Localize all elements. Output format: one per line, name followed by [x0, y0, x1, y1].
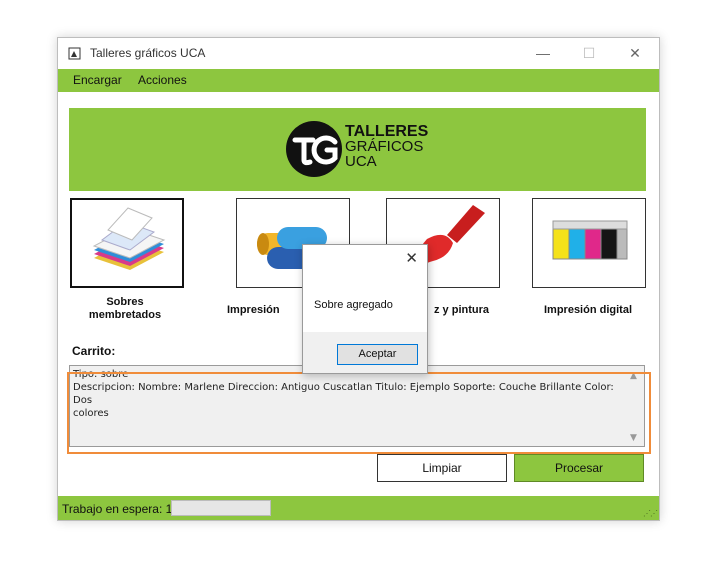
menu-acciones[interactable]: Acciones — [138, 73, 187, 87]
dialog-footer: Aceptar — [303, 332, 427, 373]
cart-line: Descripcion: Nombre: Marlene Direccion: … — [73, 382, 614, 406]
company-logo: TALLERES GRÁFICOS UCA — [285, 120, 435, 185]
dialog-close-button[interactable]: ✕ — [405, 249, 418, 267]
dialog-message: Sobre agregado — [314, 299, 393, 311]
menu-encargar[interactable]: Encargar — [73, 73, 122, 87]
product-digital[interactable] — [532, 198, 646, 288]
process-button[interactable]: Procesar — [514, 454, 644, 482]
product-label-envelopes: Sobres — [106, 296, 144, 308]
product-label-envelopes-2: membretados — [88, 309, 162, 321]
scroll-up-icon[interactable]: ▲ — [630, 370, 637, 383]
maximize-button[interactable]: ☐ — [566, 38, 612, 69]
cart-label: Carrito: — [72, 344, 116, 358]
scroll-down-icon[interactable]: ▼ — [630, 432, 637, 445]
window-title: Talleres gráficos UCA — [90, 46, 206, 60]
logo-line-3: UCA — [345, 153, 377, 170]
product-label-digital: Impresión digital — [543, 304, 632, 316]
product-label-paint: z y pintura — [434, 304, 490, 316]
logo-line-1: TALLERES — [345, 123, 429, 140]
product-envelopes[interactable] — [70, 198, 184, 288]
status-text: Trabajo en espera: 1 — [62, 502, 173, 516]
status-bar: Trabajo en espera: 1 ⋰⋰ — [58, 496, 659, 520]
clear-button[interactable]: Limpiar — [377, 454, 507, 482]
message-dialog: ✕ Sobre agregado Aceptar — [302, 244, 428, 374]
dialog-ok-button[interactable]: Aceptar — [337, 344, 418, 365]
ink-cartridges-icon — [552, 220, 628, 260]
cart-line: colores — [73, 408, 109, 419]
brand-banner: TALLERES GRÁFICOS UCA — [69, 108, 646, 191]
cart-textarea[interactable]: Tipo: sobre Descripcion: Nombre: Marlene… — [69, 365, 645, 447]
logo-line-2: GRÁFICOS — [345, 138, 424, 155]
resize-grip-icon[interactable]: ⋰⋰ — [643, 509, 658, 518]
title-bar: Talleres gráficos UCA — ☐ ✕ — [58, 38, 659, 69]
app-icon — [68, 47, 81, 60]
minimize-button[interactable]: — — [520, 38, 566, 69]
envelope-stack-icon — [92, 207, 166, 270]
close-button[interactable]: ✕ — [612, 38, 658, 69]
menu-bar: Encargar Acciones — [58, 69, 659, 92]
product-label-printing: Impresión — [227, 304, 280, 316]
cart-scrollbar[interactable]: ▲ ▼ — [627, 366, 644, 446]
progress-bar — [171, 500, 271, 516]
